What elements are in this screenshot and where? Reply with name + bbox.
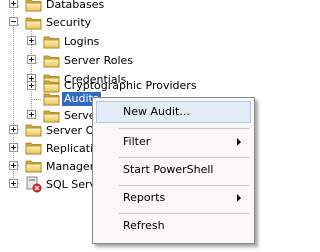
menu-item-refresh[interactable]: Refresh xyxy=(96,215,251,237)
server-audit-specs-folder-icon xyxy=(43,108,61,124)
security-folder-icon xyxy=(25,15,43,31)
tree-item-server-roles[interactable]: Server Roles xyxy=(64,54,133,68)
tree-guide-line xyxy=(31,99,41,100)
expand-server-roles-icon[interactable] xyxy=(27,55,36,64)
server-objects-folder-icon xyxy=(25,122,43,138)
tree-item-security[interactable]: Security xyxy=(46,16,91,30)
expand-server-objects-icon[interactable] xyxy=(9,125,18,134)
management-folder-icon xyxy=(25,158,43,174)
collapse-security-icon[interactable] xyxy=(9,17,18,26)
databases-folder-icon xyxy=(25,0,43,13)
context-menu: New Audit... Filter Start PowerShell Rep… xyxy=(92,97,255,244)
menu-item-new-audit-label: New Audit... xyxy=(123,105,190,118)
menu-separator xyxy=(119,128,249,129)
menu-item-reports-label: Reports xyxy=(123,191,166,204)
tree-guide-line xyxy=(13,0,14,184)
expand-management-icon[interactable] xyxy=(9,161,18,170)
expand-sql-server-agent-icon[interactable] xyxy=(9,179,18,188)
expand-server-audit-specs-icon[interactable] xyxy=(27,110,36,119)
expand-databases-icon[interactable] xyxy=(9,0,18,8)
logins-folder-icon xyxy=(43,34,61,50)
object-explorer-tree: Databases Security Logins Server Roles C… xyxy=(0,0,262,252)
tree-item-cryptographic-providers[interactable]: Cryptographic Providers xyxy=(64,79,197,93)
menu-item-reports[interactable]: Reports xyxy=(96,187,251,209)
menu-item-filter[interactable]: Filter xyxy=(96,131,251,153)
tree-item-logins[interactable]: Logins xyxy=(64,35,99,49)
sql-server-agent-icon xyxy=(26,176,42,193)
tree-item-databases[interactable]: Databases xyxy=(46,0,104,12)
menu-separator xyxy=(119,213,249,214)
menu-item-filter-label: Filter xyxy=(123,135,151,148)
expand-cryptographic-providers-icon[interactable] xyxy=(27,81,36,90)
menu-separator xyxy=(119,157,249,158)
menu-item-start-powershell[interactable]: Start PowerShell xyxy=(96,159,251,181)
audits-folder-icon xyxy=(43,91,61,107)
expand-logins-icon[interactable] xyxy=(27,36,36,45)
submenu-arrow-icon xyxy=(237,194,241,202)
submenu-arrow-icon xyxy=(237,138,241,146)
menu-item-refresh-label: Refresh xyxy=(123,219,165,232)
server-roles-folder-icon xyxy=(43,53,61,69)
menu-item-new-audit[interactable]: New Audit... xyxy=(96,101,251,123)
replication-folder-icon xyxy=(25,140,43,156)
menu-item-start-powershell-label: Start PowerShell xyxy=(123,163,214,176)
menu-separator xyxy=(119,185,249,186)
expand-replication-icon[interactable] xyxy=(9,143,18,152)
